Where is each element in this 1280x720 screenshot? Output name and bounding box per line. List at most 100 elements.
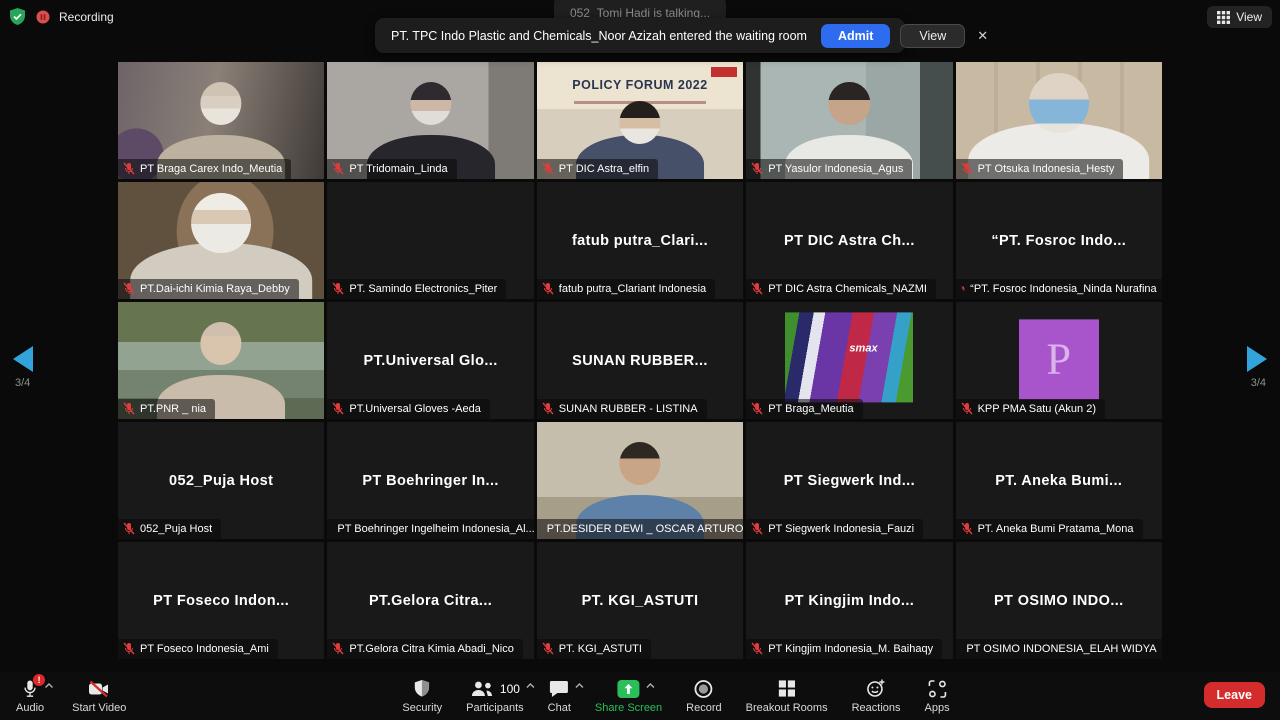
- toolbar-record[interactable]: Record: [686, 676, 721, 714]
- meeting-toolbar: ! Audio Start Video Security 100 Partici…: [0, 672, 1280, 720]
- breakout-rooms-label: Breakout Rooms: [746, 702, 828, 714]
- muted-mic-icon: [542, 642, 554, 655]
- participant-tile[interactable]: PT. Samindo Electronics_Piter: [327, 182, 533, 299]
- record-icon: [694, 679, 714, 699]
- participant-name-label: PT.PNR _ nia: [140, 403, 206, 415]
- leave-button[interactable]: Leave: [1204, 682, 1265, 708]
- participant-name-tag: PT Kingjim Indonesia_M. Baihaqy: [746, 639, 942, 659]
- participant-tile[interactable]: PT DIC Astra Ch... PT DIC Astra Chemical…: [746, 182, 952, 299]
- participant-tile[interactable]: smax PT Braga_Meutia: [746, 302, 952, 419]
- toolbar-start-video[interactable]: Start Video: [72, 676, 126, 714]
- participant-tile[interactable]: fatub putra_Clari... fatub putra_Clarian…: [537, 182, 743, 299]
- start-video-label: Start Video: [72, 702, 126, 714]
- participant-tile[interactable]: PT Kingjim Indo... PT Kingjim Indonesia_…: [746, 542, 952, 659]
- banner-view-button[interactable]: View: [900, 24, 965, 48]
- participant-name-tag: PT. Aneka Bumi Pratama_Mona: [956, 519, 1143, 539]
- participant-tile[interactable]: PT Braga Carex Indo_Meutia: [118, 62, 324, 179]
- participant-tile[interactable]: PT OSIMO INDO... PT OSIMO INDONESIA_ELAH…: [956, 542, 1162, 659]
- audio-label: Audio: [16, 702, 44, 714]
- participant-tile[interactable]: PT Foseco Indon... PT Foseco Indonesia_A…: [118, 542, 324, 659]
- toolbar-chat[interactable]: Chat: [548, 676, 571, 714]
- participant-name-tag: PT.DESIDER DEWI _ OSCAR ARTURO I...: [537, 519, 743, 539]
- muted-mic-icon: [751, 282, 763, 295]
- record-label: Record: [686, 702, 721, 714]
- participant-name-tag: PT DIC Astra Chemicals_NAZMI: [746, 279, 936, 299]
- participant-tile[interactable]: PT Boehringer In... PT Boehringer Ingelh…: [327, 422, 533, 539]
- participant-name-tag: 052_Puja Host: [118, 519, 221, 539]
- participant-name-tag: PT Boehringer Ingelheim Indonesia_Al...: [327, 519, 533, 539]
- toolbar-security[interactable]: Security: [402, 676, 442, 714]
- toolbar-reactions[interactable]: Reactions: [852, 676, 901, 714]
- muted-mic-icon: [332, 642, 344, 655]
- participant-name-tag: PT DIC Astra_elfin: [537, 159, 658, 179]
- chat-icon: [549, 679, 570, 699]
- participant-name-tag: PT. Samindo Electronics_Piter: [327, 279, 506, 299]
- chevron-up-icon[interactable]: [646, 682, 656, 689]
- muted-mic-icon: [332, 282, 344, 295]
- participant-tile[interactable]: PT.Gelora Citra... PT.Gelora Citra Kimia…: [327, 542, 533, 659]
- participant-name-label: PT DIC Astra_elfin: [559, 163, 649, 175]
- participant-tile[interactable]: PT.Universal Glo... PT.Universal Gloves …: [327, 302, 533, 419]
- participant-image-avatar: smax: [785, 312, 913, 402]
- chevron-up-icon[interactable]: [525, 682, 535, 689]
- recording-dot-icon[interactable]: [35, 9, 51, 25]
- muted-mic-icon: [961, 282, 966, 295]
- participants-icon: [470, 679, 496, 699]
- participant-name-label: fatub putra_Clariant Indonesia: [559, 283, 706, 295]
- next-page-arrow[interactable]: [1247, 346, 1267, 372]
- muted-mic-icon: [542, 162, 554, 175]
- participant-name-label: PT Tridomain_Linda: [349, 163, 447, 175]
- participant-name-label: PT OSIMO INDONESIA_ELAH WIDYA: [966, 643, 1156, 655]
- toolbar-participants[interactable]: 100 Participants: [466, 676, 523, 714]
- muted-mic-icon: [332, 402, 344, 415]
- share-screen-label: Share Screen: [595, 702, 662, 714]
- participant-tile[interactable]: “PT. Fosroc Indo... “PT. Fosroc Indonesi…: [956, 182, 1162, 299]
- view-menu-button[interactable]: View: [1207, 6, 1272, 28]
- muted-mic-icon: [123, 642, 135, 655]
- muted-mic-icon: [332, 162, 344, 175]
- participant-tile[interactable]: 052_Puja Host 052_Puja Host: [118, 422, 324, 539]
- toolbar-audio[interactable]: ! Audio: [16, 676, 44, 714]
- participant-tile[interactable]: PT.Dai-ichi Kimia Raya_Debby: [118, 182, 324, 299]
- participant-name-tag: PT OSIMO INDONESIA_ELAH WIDYA: [956, 639, 1162, 659]
- participant-tile[interactable]: POLICY FORUM 2022 PT DIC Astra_elfin: [537, 62, 743, 179]
- toolbar-apps[interactable]: Apps: [925, 676, 950, 714]
- participant-tile[interactable]: PT.PNR _ nia: [118, 302, 324, 419]
- admit-button[interactable]: Admit: [821, 24, 890, 48]
- recording-label: Recording: [59, 10, 114, 24]
- toolbar-breakout-rooms[interactable]: Breakout Rooms: [746, 676, 828, 714]
- breakout-rooms-icon: [777, 679, 796, 698]
- muted-mic-icon: [123, 402, 135, 415]
- participant-tile[interactable]: SUNAN RUBBER... SUNAN RUBBER - LISTINA: [537, 302, 743, 419]
- muted-mic-icon: [751, 162, 763, 175]
- participant-name-label: PT Yasulor Indonesia_Agus: [768, 163, 903, 175]
- participant-tile[interactable]: P KPP PMA Satu (Akun 2): [956, 302, 1162, 419]
- participant-tile[interactable]: PT.DESIDER DEWI _ OSCAR ARTURO I...: [537, 422, 743, 539]
- chevron-up-icon[interactable]: [575, 682, 585, 689]
- participant-name-label: PT Boehringer Ingelheim Indonesia_Al...: [337, 523, 533, 535]
- banner-close-icon[interactable]: ✕: [977, 28, 988, 44]
- previous-page-arrow[interactable]: [13, 346, 33, 372]
- muted-mic-icon: [961, 522, 973, 535]
- participant-tile[interactable]: PT Siegwerk Ind... PT Siegwerk Indonesia…: [746, 422, 952, 539]
- participant-name-label: PT Siegwerk Indonesia_Fauzi: [768, 523, 914, 535]
- waiting-room-banner: PT. TPC Indo Plastic and Chemicals_Noor …: [375, 18, 905, 53]
- participant-name-label: PT Foseco Indonesia_Ami: [140, 643, 269, 655]
- participant-name-tag: fatub putra_Clariant Indonesia: [537, 279, 715, 299]
- camera-off-icon: [87, 679, 111, 699]
- toolbar-share-screen[interactable]: Share Screen: [595, 676, 662, 714]
- participant-tile[interactable]: PT. Aneka Bumi... PT. Aneka Bumi Pratama…: [956, 422, 1162, 539]
- chevron-up-icon[interactable]: [44, 682, 54, 689]
- participant-name-tag: SUNAN RUBBER - LISTINA: [537, 399, 707, 419]
- participant-name-tag: PT Yasulor Indonesia_Agus: [746, 159, 912, 179]
- participant-name-label: “PT. Fosroc Indonesia_Ninda Nurafina: [970, 283, 1156, 295]
- participant-tile[interactable]: PT Otsuka Indonesia_Hesty: [956, 62, 1162, 179]
- reactions-label: Reactions: [852, 702, 901, 714]
- participant-tile[interactable]: PT Yasulor Indonesia_Agus: [746, 62, 952, 179]
- participant-name-tag: PT.Dai-ichi Kimia Raya_Debby: [118, 279, 299, 299]
- participants-label: Participants: [466, 702, 523, 714]
- participant-grid: PT Braga Carex Indo_Meutia PT Tridomain_…: [118, 62, 1162, 659]
- reactions-icon: [866, 678, 887, 699]
- participant-tile[interactable]: PT. KGI_ASTUTI PT. KGI_ASTUTI: [537, 542, 743, 659]
- participant-tile[interactable]: PT Tridomain_Linda: [327, 62, 533, 179]
